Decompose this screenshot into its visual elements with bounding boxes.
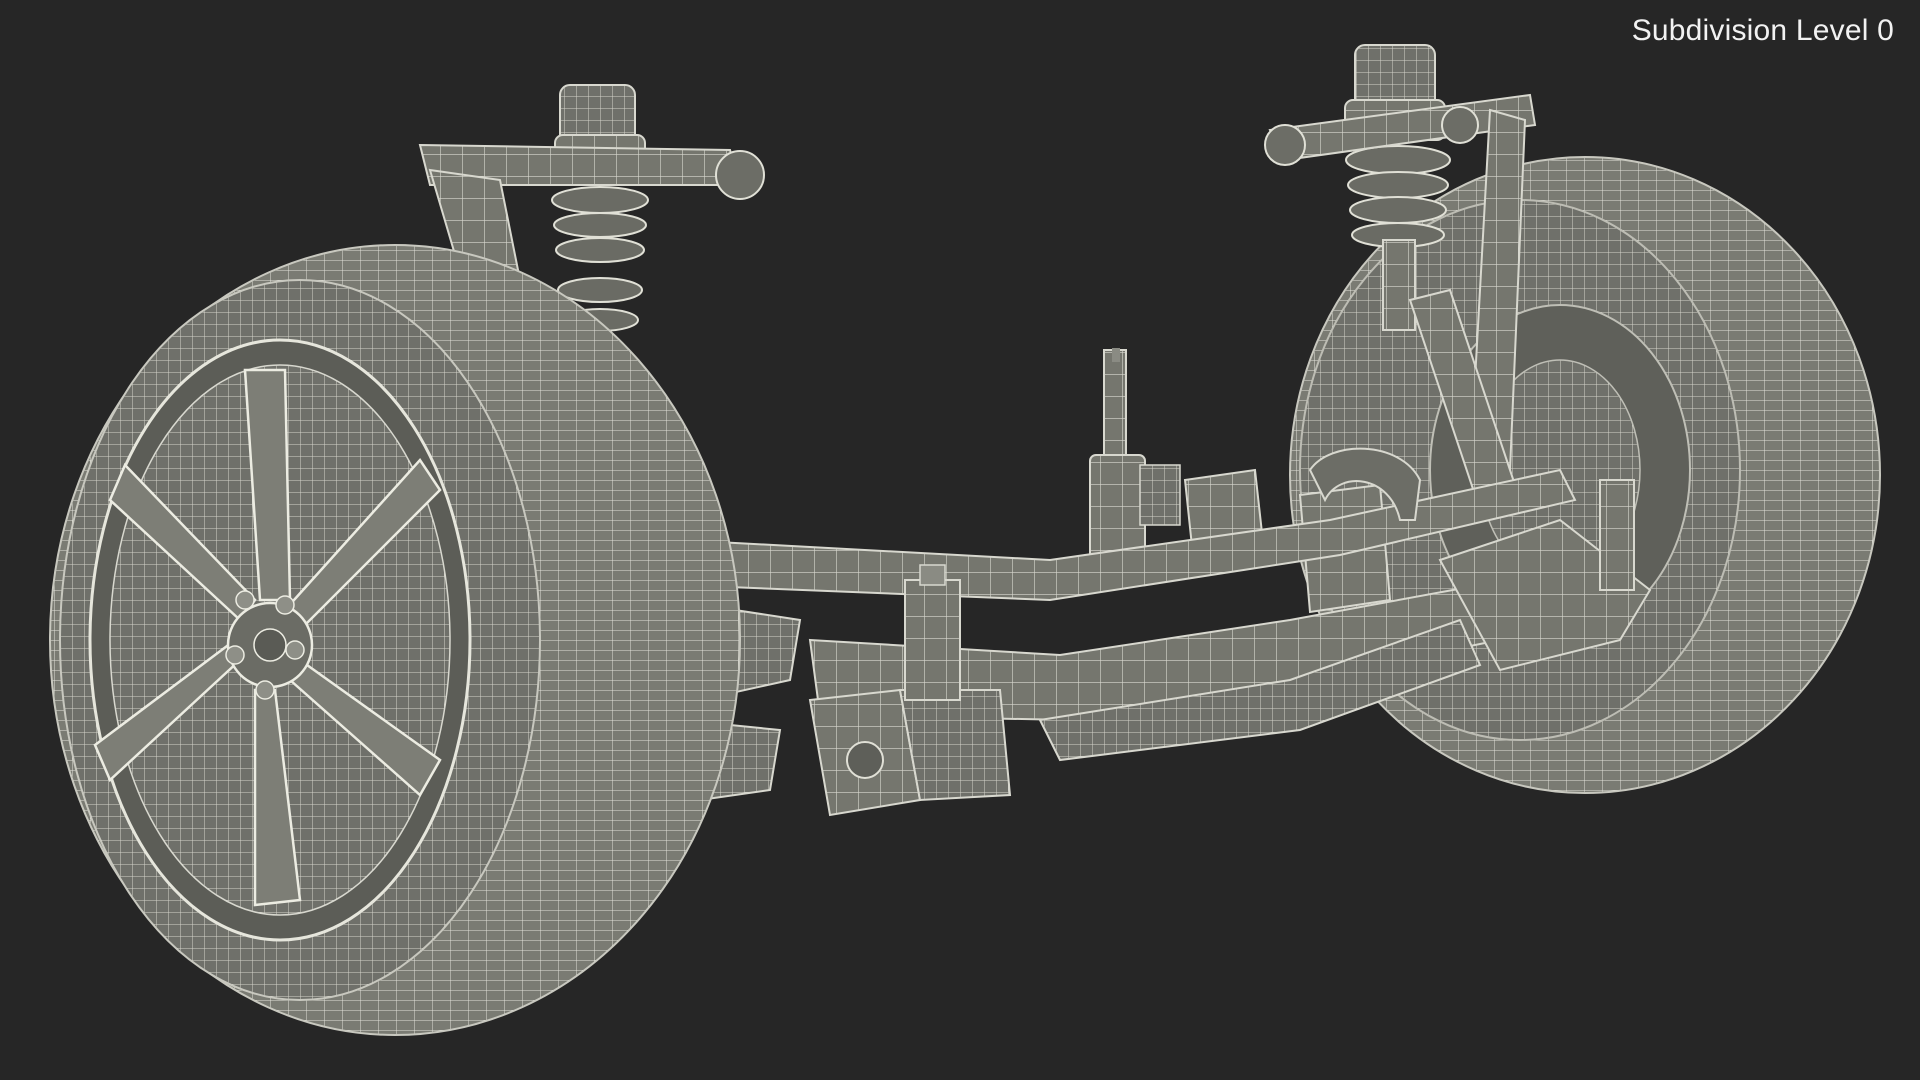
suspension-model-render — [49, 44, 1881, 1036]
steering-column — [1089, 348, 1181, 566]
subdivision-level-label: Subdivision Level 0 — [1631, 14, 1894, 47]
right-coil-spring — [1345, 145, 1451, 248]
left-wheel — [49, 244, 741, 1036]
render-viewport[interactable]: Subdivision Level 0 — [0, 0, 1920, 1080]
